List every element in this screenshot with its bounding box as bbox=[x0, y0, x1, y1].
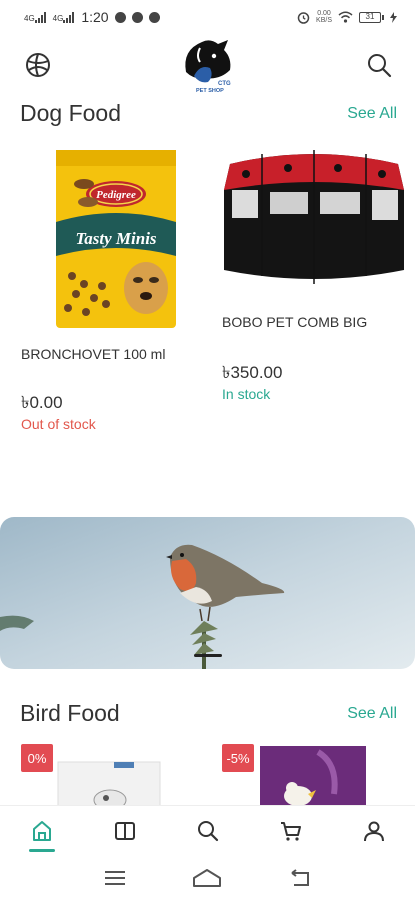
nav-account[interactable] bbox=[354, 809, 394, 853]
signal-2-label: 4G bbox=[52, 13, 64, 23]
search-icon[interactable] bbox=[366, 52, 392, 78]
message-icon bbox=[148, 11, 160, 23]
discount-badge: 0% bbox=[21, 744, 53, 772]
see-all-link[interactable]: See All bbox=[347, 705, 397, 723]
product-card[interactable]: Pedigree Tasty Minis BRONCHOVET 100 ml ৳… bbox=[20, 140, 200, 440]
menu-icon[interactable] bbox=[103, 869, 127, 887]
banner-image bbox=[0, 517, 415, 669]
logo-line2: PET SHOP bbox=[196, 88, 224, 94]
charging-icon bbox=[390, 11, 397, 23]
app-header: CTG PET SHOP bbox=[0, 34, 415, 98]
net-speed-unit: KB/S bbox=[316, 17, 332, 24]
product-card[interactable]: 0% bbox=[20, 744, 200, 806]
carousel-indicator bbox=[194, 654, 222, 657]
logo-line1: CTG bbox=[218, 81, 231, 87]
bottom-nav bbox=[0, 805, 415, 855]
back-icon[interactable] bbox=[288, 868, 312, 887]
home-icon bbox=[32, 820, 51, 841]
book-icon bbox=[114, 821, 135, 840]
product-price: ৳0.00 bbox=[21, 393, 63, 412]
signal-1-icon: 4G bbox=[24, 11, 47, 23]
net-speed-value: 0.00 bbox=[317, 10, 331, 17]
nav-search[interactable] bbox=[188, 809, 228, 853]
product-name: BRONCHOVET 100 ml bbox=[21, 346, 166, 362]
product-image bbox=[260, 746, 366, 806]
net-speed: 0.00 KB/S bbox=[316, 10, 332, 24]
clock: 1:20 bbox=[81, 9, 109, 25]
battery-level: 31 bbox=[359, 11, 381, 23]
notification-icon-2 bbox=[131, 11, 143, 23]
categories-ball-icon[interactable] bbox=[25, 52, 51, 78]
signal-1-label: 4G bbox=[24, 13, 35, 23]
pack-brand: Pedigree bbox=[96, 189, 136, 201]
status-bar: 4G 4G 1:20 0.00 KB/S 31 bbox=[0, 0, 415, 34]
nav-home[interactable] bbox=[22, 809, 62, 853]
nav-cart[interactable] bbox=[271, 809, 311, 853]
bird-food-header: Bird Food See All bbox=[20, 700, 397, 727]
notification-icon bbox=[114, 11, 126, 23]
status-right: 0.00 KB/S 31 bbox=[297, 10, 397, 24]
stock-status: In stock bbox=[222, 386, 271, 402]
pack-product: Tasty Minis bbox=[75, 229, 156, 248]
nav-catalog[interactable] bbox=[105, 809, 145, 853]
product-card[interactable]: -5% bbox=[222, 744, 402, 806]
product-price: ৳350.00 bbox=[222, 363, 283, 382]
battery-icon: 31 bbox=[359, 11, 384, 23]
shop-logo: CTG PET SHOP bbox=[185, 40, 231, 94]
wifi-icon bbox=[338, 11, 353, 23]
product-image bbox=[57, 761, 161, 806]
discount-badge: -5% bbox=[222, 744, 254, 772]
section-title: Bird Food bbox=[20, 700, 120, 726]
system-home-icon[interactable] bbox=[192, 868, 222, 888]
product-name: BOBO PET COMB BIG bbox=[222, 314, 368, 330]
dog-food-header: Dog Food See All bbox=[20, 100, 397, 127]
cart-icon bbox=[280, 821, 301, 841]
system-nav-bar bbox=[0, 855, 415, 900]
stock-status: Out of stock bbox=[21, 416, 96, 432]
signal-2-icon: 4G bbox=[52, 11, 76, 23]
product-image: Pedigree Tasty Minis bbox=[56, 150, 176, 328]
section-title: Dog Food bbox=[20, 100, 122, 126]
product-card[interactable]: BOBO PET COMB BIG ৳350.00 In stock bbox=[222, 140, 412, 410]
promo-banner[interactable] bbox=[0, 517, 415, 669]
see-all-link[interactable]: See All bbox=[347, 105, 397, 123]
status-left: 4G 4G 1:20 bbox=[24, 9, 160, 25]
user-icon bbox=[363, 821, 384, 841]
alarm-icon bbox=[297, 11, 310, 24]
product-image bbox=[224, 150, 404, 284]
search-icon bbox=[197, 820, 218, 841]
